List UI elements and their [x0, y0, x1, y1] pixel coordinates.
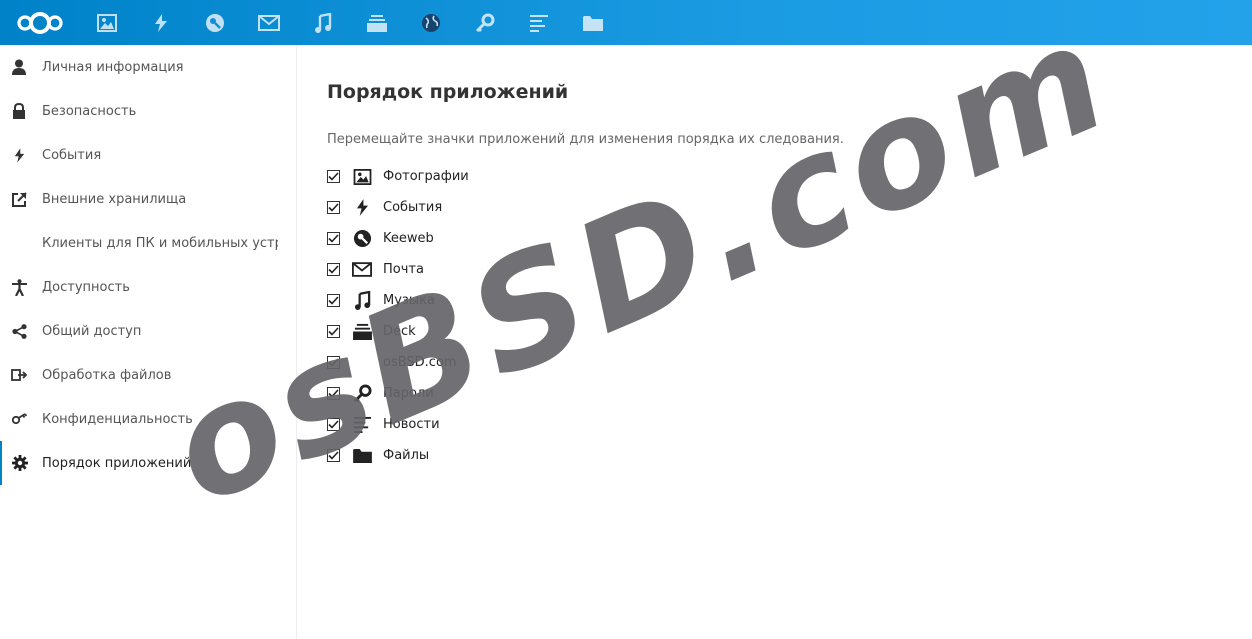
files-icon[interactable]	[566, 0, 620, 45]
app-label: События	[383, 200, 443, 215]
sidebar-item-label: Обработка файлов	[42, 367, 172, 383]
app-label: Пароли	[383, 386, 434, 401]
sidebar-item-label: Конфиденциальность	[42, 411, 193, 427]
blank-icon	[0, 221, 38, 265]
passwords-icon	[352, 384, 372, 404]
mail-icon[interactable]	[242, 0, 296, 45]
user-icon	[0, 45, 38, 89]
file-flow-icon	[0, 353, 38, 397]
globe-icon[interactable]	[404, 0, 458, 45]
list-item[interactable]: Файлы	[327, 440, 469, 471]
files-icon	[352, 446, 372, 466]
deck-icon[interactable]	[350, 0, 404, 45]
app-checkbox[interactable]	[327, 325, 340, 338]
key-icon	[0, 397, 38, 441]
keeweb-icon	[352, 229, 372, 249]
sidebar-item-clients[interactable]: Клиенты для ПК и мобильных устро	[0, 221, 296, 265]
news-icon	[352, 415, 372, 435]
lock-icon	[0, 89, 38, 133]
sidebar-item-security[interactable]: Безопасность	[0, 89, 296, 133]
music-icon	[352, 291, 372, 311]
app-label: Keeweb	[383, 231, 434, 246]
app-checkbox[interactable]	[327, 418, 340, 431]
list-item[interactable]: Музыка	[327, 285, 469, 316]
app-checkbox[interactable]	[327, 294, 340, 307]
photos-icon	[352, 167, 372, 187]
app-checkbox[interactable]	[327, 387, 340, 400]
app-label: Файлы	[383, 448, 430, 463]
app-checkbox[interactable]	[327, 232, 340, 245]
app-checkbox[interactable]	[327, 263, 340, 276]
app-label: Фотографии	[383, 169, 469, 184]
activity-icon	[352, 198, 372, 218]
app-label: Почта	[383, 262, 424, 277]
sidebar-item-label: События	[42, 147, 102, 163]
main-content: Порядок приложений Перемещайте значки пр…	[297, 45, 1252, 639]
app-checkbox[interactable]	[327, 170, 340, 183]
sidebar-item-label: Доступность	[42, 279, 130, 295]
share-icon	[0, 309, 38, 353]
app-checkbox[interactable]	[327, 356, 340, 369]
list-item[interactable]: Новости	[327, 409, 469, 440]
list-item[interactable]: События	[327, 192, 469, 223]
gear-icon	[2, 441, 38, 485]
blank-icon	[352, 353, 372, 373]
list-item[interactable]: osBSD.com	[327, 347, 469, 378]
activity-icon[interactable]	[134, 0, 188, 45]
news-icon[interactable]	[512, 0, 566, 45]
sidebar-item-file-handling[interactable]: Обработка файлов	[0, 353, 296, 397]
sidebar-item-accessibility[interactable]: Доступность	[0, 265, 296, 309]
list-item[interactable]: Почта	[327, 254, 469, 285]
sidebar-item-label: Внешние хранилища	[42, 191, 187, 207]
page-title: Порядок приложений	[327, 81, 569, 103]
sidebar-item-privacy[interactable]: Конфиденциальность	[0, 397, 296, 441]
sidebar-item-sharing[interactable]: Общий доступ	[0, 309, 296, 353]
activity-icon	[0, 133, 38, 177]
nextcloud-logo[interactable]	[0, 0, 80, 45]
sidebar-item-label: Порядок приложений	[42, 455, 192, 471]
list-item[interactable]: Keeweb	[327, 223, 469, 254]
sidebar-item-app-order[interactable]: Порядок приложений	[0, 441, 296, 485]
app-checkbox[interactable]	[327, 449, 340, 462]
sidebar-item-label: Личная информация	[42, 59, 184, 75]
mail-icon	[352, 260, 372, 280]
accessibility-icon	[0, 265, 38, 309]
top-header	[0, 0, 1252, 45]
list-item[interactable]: Deck	[327, 316, 469, 347]
photos-icon[interactable]	[80, 0, 134, 45]
external-link-icon	[0, 177, 38, 221]
sidebar-item-label: Безопасность	[42, 103, 137, 119]
settings-sidebar: Личная информация Безопасность События В…	[0, 45, 297, 639]
sidebar-item-activity[interactable]: События	[0, 133, 296, 177]
sidebar-item-external-storage[interactable]: Внешние хранилища	[0, 177, 296, 221]
keeweb-icon[interactable]	[188, 0, 242, 45]
list-item[interactable]: Пароли	[327, 378, 469, 409]
passwords-icon[interactable]	[458, 0, 512, 45]
app-label: Deck	[383, 324, 416, 339]
app-label: Музыка	[383, 293, 435, 308]
sidebar-item-label: Общий доступ	[42, 323, 142, 339]
list-item[interactable]: Фотографии	[327, 161, 469, 192]
app-label: osBSD.com	[383, 355, 457, 370]
section-hint: Перемещайте значки приложений для измене…	[327, 132, 844, 147]
deck-icon	[352, 322, 372, 342]
music-icon[interactable]	[296, 0, 350, 45]
app-label: Новости	[383, 417, 440, 432]
app-checkbox[interactable]	[327, 201, 340, 214]
sidebar-item-label: Клиенты для ПК и мобильных устро	[42, 235, 278, 251]
app-order-list: Фотографии События Keeweb Почта Музыка D…	[327, 161, 469, 471]
sidebar-item-personal-info[interactable]: Личная информация	[0, 45, 296, 89]
